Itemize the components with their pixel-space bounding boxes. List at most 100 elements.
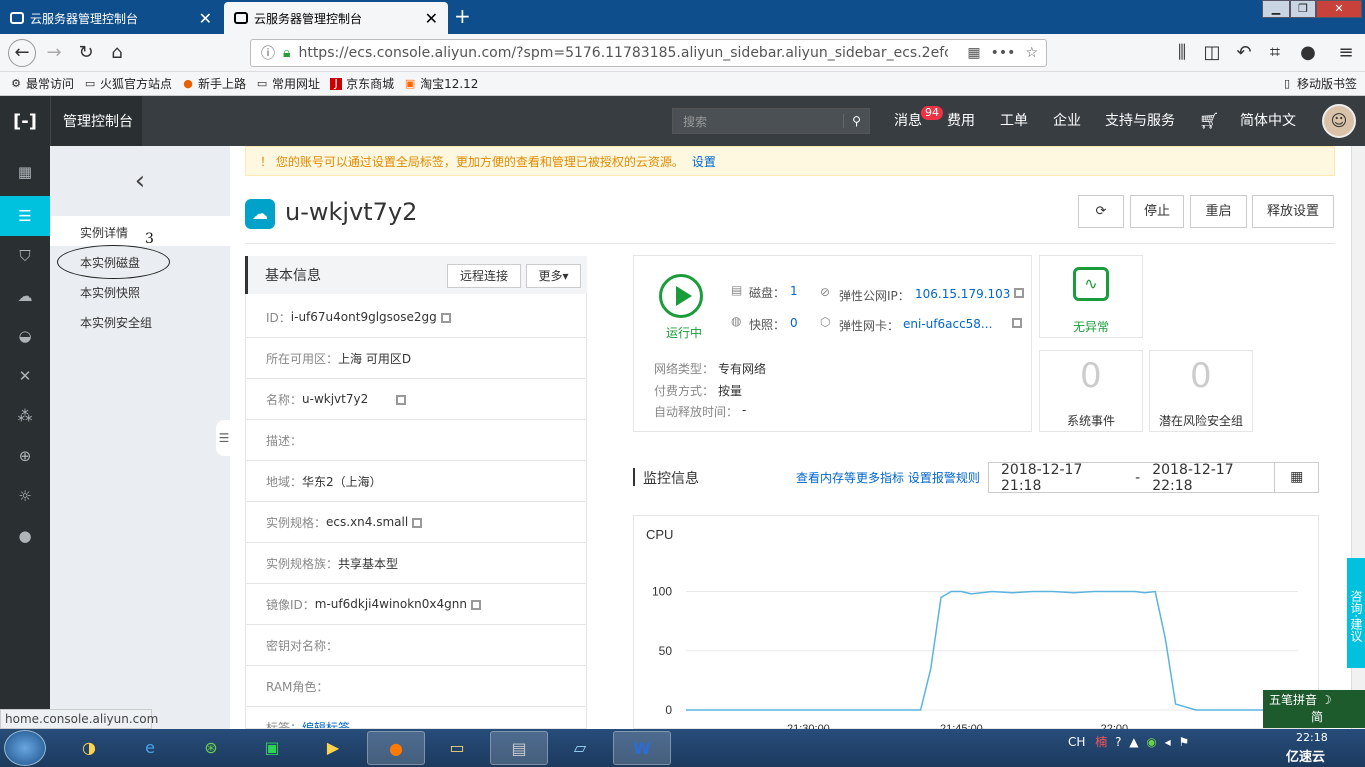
nav-billing[interactable]: 费用 xyxy=(947,96,975,146)
sidebar-item-snapshots[interactable]: 本实例快照 xyxy=(80,284,140,301)
nav-enterprise[interactable]: 企业 xyxy=(1053,96,1081,146)
sidebar-toggle-icon[interactable]: ☰ xyxy=(216,420,232,456)
bookmark-common[interactable]: ▭ 常用网址 xyxy=(256,75,320,92)
copy-icon[interactable] xyxy=(470,600,481,610)
stop-button[interactable]: 停止 xyxy=(1130,195,1184,228)
address-bar[interactable]: ⓘ 🔒︎ https://ecs.console.aliyun.com/?spm… xyxy=(250,39,1047,67)
cloud-icon[interactable]: ☁ xyxy=(0,276,50,316)
minimize-button[interactable]: ▁ xyxy=(1262,0,1290,18)
forward-icon[interactable]: → xyxy=(42,41,66,65)
undo-icon[interactable]: ↶ xyxy=(1232,41,1256,65)
word-icon[interactable]: W xyxy=(613,731,671,765)
cart-icon[interactable]: 🛒︎ xyxy=(1199,96,1219,146)
nav-tickets[interactable]: 工单 xyxy=(1000,96,1028,146)
circle-icon[interactable]: ● xyxy=(0,516,50,556)
disk-count-link[interactable]: 1 xyxy=(790,284,798,298)
copy-icon[interactable] xyxy=(1014,288,1024,298)
nodes-icon[interactable]: ⁂ xyxy=(0,396,50,436)
date-range-picker[interactable]: 2018-12-17 21:18 - 2018-12-17 22:18 ▦ xyxy=(988,462,1319,494)
bookmark-taobao[interactable]: ▣ 淘宝12.12 xyxy=(404,75,479,92)
release-settings-button[interactable]: 释放设置 xyxy=(1252,195,1334,228)
qr-code-icon[interactable]: ▦ xyxy=(967,45,980,61)
firefox-taskbar-icon[interactable]: ● xyxy=(367,731,425,765)
ie-icon[interactable]: e xyxy=(121,731,179,765)
list-icon[interactable]: ☰ xyxy=(0,196,50,236)
remote-connect-button[interactable]: 远程连接 xyxy=(447,264,521,288)
restore-button[interactable]: ❐ xyxy=(1290,0,1316,18)
notice-settings-link[interactable]: 设置 xyxy=(692,153,716,170)
back-icon[interactable]: ← xyxy=(8,39,36,67)
nav-messages[interactable]: 消息 xyxy=(894,96,922,146)
bookmark-getting-started[interactable]: ● 新手上路 xyxy=(182,75,246,92)
search-input[interactable]: 搜索 ⚲ xyxy=(672,108,870,134)
ime-tray-icon[interactable]: 楠 xyxy=(1095,735,1107,749)
refresh-button[interactable]: ⟳ xyxy=(1078,195,1124,228)
home-icon[interactable]: ⌂ xyxy=(105,41,129,65)
copy-icon[interactable] xyxy=(440,313,451,323)
browser-tab-1[interactable]: 云服务器管理控制台 ✕ xyxy=(0,2,222,34)
chat-icon[interactable]: ● xyxy=(1296,41,1320,65)
language-indicator[interactable]: CH xyxy=(1068,735,1085,749)
globe-icon[interactable]: ⊕ xyxy=(0,436,50,476)
console-title[interactable]: 管理控制台 xyxy=(50,96,142,146)
info-icon[interactable]: ⓘ xyxy=(261,43,275,63)
monitor-links[interactable]: 查看内存等更多指标 设置报警规则 xyxy=(796,469,980,486)
copy-icon[interactable] xyxy=(412,518,423,528)
eni-link[interactable]: eni-uf6acc58... xyxy=(903,317,992,331)
database-icon[interactable]: ◒ xyxy=(0,316,50,356)
chevron-left-icon[interactable]: ‹ xyxy=(50,146,230,216)
search-icon[interactable]: ⚲ xyxy=(843,114,869,128)
copy-icon[interactable] xyxy=(1011,318,1022,328)
start-button-icon[interactable] xyxy=(4,730,46,766)
bookmark-star-icon[interactable]: ☆ xyxy=(1025,45,1038,61)
page-actions-icon[interactable]: ••• xyxy=(991,45,1016,61)
copy-icon[interactable] xyxy=(396,395,407,405)
help-icon[interactable]: ? xyxy=(1115,735,1121,749)
pinned-app-icon[interactable]: ◑ xyxy=(60,731,118,765)
sidebar-item-instance-details[interactable]: 实例详情 xyxy=(80,224,128,241)
clock[interactable]: 22:18 xyxy=(1296,731,1328,744)
explorer-icon[interactable]: ▭ xyxy=(428,731,486,765)
bookmark-jd[interactable]: J 京东商城 xyxy=(330,75,394,92)
menu-icon[interactable]: ≡ xyxy=(1334,41,1358,65)
ime-toolbar[interactable]: 五笔拼音 ☽ 简 xyxy=(1263,690,1365,728)
edit-tags-link[interactable]: 编辑标签 xyxy=(302,719,350,728)
nav-language[interactable]: 简体中文 xyxy=(1240,96,1296,146)
close-tab-icon[interactable]: ✕ xyxy=(425,9,438,28)
consult-button[interactable]: 咨询·建议 xyxy=(1347,558,1365,668)
sidebar-icon[interactable]: ◫ xyxy=(1200,41,1224,65)
mobile-bookmarks[interactable]: ▯ 移动版书签 xyxy=(1281,75,1357,92)
show-hidden-icon[interactable]: ▲ xyxy=(1129,735,1138,749)
bookmark-firefox-site[interactable]: ▭ 火狐官方站点 xyxy=(84,75,172,92)
eip-link[interactable]: 106.15.179.103 xyxy=(915,287,1010,301)
aliyun-logo-icon[interactable]: [-] xyxy=(0,96,50,146)
screenshot-icon[interactable]: ⌗ xyxy=(1263,41,1287,65)
browser-tab-2-active[interactable]: 云服务器管理控制台 ✕ xyxy=(224,2,448,34)
shield-icon[interactable]: ⛉ xyxy=(0,236,50,276)
network-tray-icon[interactable]: ◉ xyxy=(1146,735,1156,749)
reload-icon[interactable]: ↻ xyxy=(74,41,98,65)
media-player-icon[interactable]: ▶ xyxy=(304,731,362,765)
library-icon[interactable]: ⫼ xyxy=(1170,41,1194,65)
notepad-icon[interactable]: ▱ xyxy=(551,731,609,765)
remote-desktop-icon[interactable]: ▤ xyxy=(490,731,548,765)
volume-icon[interactable]: ◂ xyxy=(1165,735,1171,749)
flag-icon[interactable]: ⚑ xyxy=(1179,735,1190,749)
close-window-button[interactable]: ✕ xyxy=(1316,0,1362,18)
snapshot-count-link[interactable]: 0 xyxy=(790,316,798,330)
sidebar-item-security-groups[interactable]: 本实例安全组 xyxy=(80,314,152,331)
restart-button[interactable]: 重启 xyxy=(1190,195,1247,228)
more-dropdown[interactable]: 更多▾ xyxy=(526,264,581,288)
nav-support[interactable]: 支持与服务 xyxy=(1105,96,1175,146)
system-tray[interactable]: CH 楠 ? ▲ ◉ ◂ ⚑ xyxy=(1068,733,1189,750)
grid-icon[interactable]: ▦ xyxy=(0,152,50,192)
browser360-icon[interactable]: ⊛ xyxy=(182,731,240,765)
iqiyi-icon[interactable]: ▣ xyxy=(243,731,301,765)
new-tab-icon[interactable]: + xyxy=(454,4,471,28)
close-tab-icon[interactable]: ✕ xyxy=(199,9,212,28)
calendar-icon[interactable]: ▦ xyxy=(1274,463,1318,492)
bookmark-most-visited[interactable]: ⚙ 最常访问 xyxy=(10,75,74,92)
bot-icon[interactable]: ☼ xyxy=(0,476,50,516)
avatar[interactable]: ☺ xyxy=(1322,104,1356,138)
network-icon[interactable]: ✕ xyxy=(0,356,50,396)
